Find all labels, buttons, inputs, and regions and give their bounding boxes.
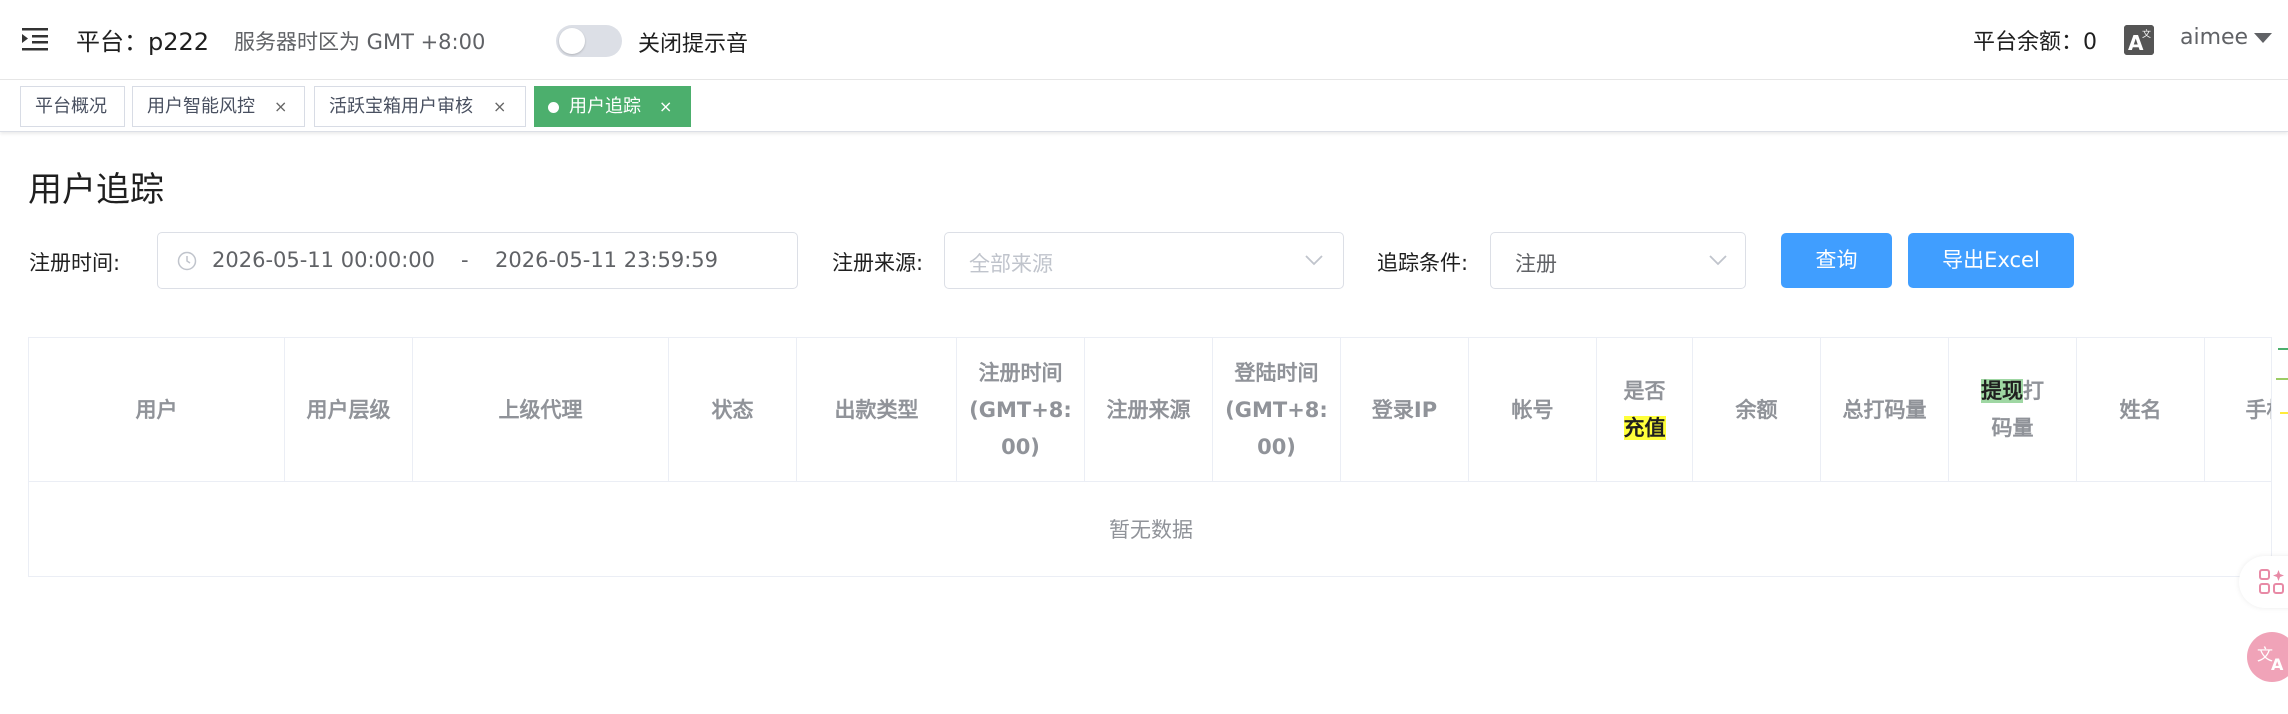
edge-marker [2278, 348, 2288, 350]
edge-marker [2276, 378, 2288, 380]
highlight-recharge: 充值 [1623, 416, 1666, 440]
tag-user-tracking[interactable]: 用户追踪 × [534, 86, 691, 127]
active-dot-icon [548, 102, 559, 113]
edge-marker [2280, 412, 2288, 414]
column-header-user[interactable]: 用户 [29, 338, 285, 482]
close-icon[interactable]: × [659, 87, 672, 126]
reg-time-label: 注册时间: [29, 251, 121, 275]
condition-value: 注册 [1515, 252, 1557, 276]
top-header: 平台：p222 服务器时区为 GMT +8:00 关闭提示音 平台余额：0 A … [0, 0, 2288, 80]
user-menu[interactable]: aimee [2180, 25, 2273, 50]
tags-bar: 平台概况 用户智能风控 × 活跃宝箱用户审核 × 用户追踪 × [0, 80, 2288, 132]
date-separator: - [461, 248, 469, 272]
tag-label: 平台概况 [35, 96, 107, 117]
tag-user-risk-control[interactable]: 用户智能风控 × [132, 86, 305, 127]
tag-label: 活跃宝箱用户审核 [329, 96, 473, 117]
translate-icon: 文 A [2257, 645, 2284, 672]
highlight-withdraw: 提现 [1981, 379, 2023, 403]
reg-time-range-picker[interactable]: 2026-05-11 00:00:00 - 2026-05-11 23:59:5… [157, 232, 798, 289]
column-header-balance[interactable]: 余额 [1693, 338, 1821, 482]
column-header-withdraw-type[interactable]: 出款类型 [797, 338, 957, 482]
condition-label: 追踪条件: [1377, 251, 1469, 275]
source-select[interactable]: 全部来源 [944, 232, 1344, 289]
username: aimee [2180, 25, 2249, 50]
export-excel-button[interactable]: 导出Excel [1908, 233, 2074, 288]
date-start: 2026-05-11 00:00:00 [212, 248, 436, 272]
query-button[interactable]: 查询 [1781, 233, 1892, 288]
sound-toggle-label: 关闭提示音 [638, 32, 749, 57]
source-placeholder: 全部来源 [969, 252, 1053, 276]
clock-icon [177, 251, 197, 271]
platform-name: 平台：p222 [76, 28, 210, 56]
column-header-account[interactable]: 帐号 [1469, 338, 1597, 482]
tag-label: 用户追踪 [569, 96, 641, 117]
condition-select[interactable]: 注册 [1490, 232, 1746, 289]
column-header-parent-agent[interactable]: 上级代理 [413, 338, 669, 482]
tag-chest-user-review[interactable]: 活跃宝箱用户审核 × [314, 86, 526, 127]
column-header-user-level[interactable]: 用户层级 [285, 338, 413, 482]
toggle-knob [559, 28, 585, 54]
page-title: 用户追踪 [28, 170, 164, 210]
close-icon[interactable]: × [493, 87, 506, 126]
column-header-login-time[interactable]: 登陆时间 (GMT+8: 00) [1213, 338, 1341, 482]
caret-down-icon [2254, 33, 2273, 43]
tag-platform-overview[interactable]: 平台概况 [20, 86, 125, 127]
svg-text:文: 文 [2142, 28, 2151, 40]
translate-icon[interactable]: A 文 [2124, 25, 2154, 55]
column-header-total-bet[interactable]: 总打码量 [1821, 338, 1949, 482]
translate-float-button[interactable]: 文 A [2247, 632, 2288, 682]
column-header-reg-time[interactable]: 注册时间 (GMT+8: 00) [957, 338, 1085, 482]
apps-grid-icon [2259, 569, 2284, 594]
table-header: 用户 用户层级 上级代理 状态 出款类型 注册时间 (GMT+8: 00) 注册… [29, 338, 2272, 482]
close-icon[interactable]: × [274, 87, 287, 126]
column-header-withdraw-bet[interactable]: 提现打 码量 [1949, 338, 2077, 482]
sound-toggle[interactable] [556, 25, 622, 57]
platform-balance: 平台余额：0 [1973, 30, 2097, 55]
column-header-phone[interactable]: 手机 [2205, 338, 2272, 482]
server-timezone: 服务器时区为 GMT +8:00 [234, 30, 486, 54]
column-header-status[interactable]: 状态 [669, 338, 797, 482]
tag-label: 用户智能风控 [147, 96, 255, 117]
column-header-reg-source[interactable]: 注册来源 [1085, 338, 1213, 482]
column-header-recharged[interactable]: 是否 充值 [1597, 338, 1693, 482]
apps-grid-button[interactable] [2239, 556, 2288, 608]
svg-text:A: A [2271, 655, 2284, 672]
chevron-down-icon [1305, 255, 1323, 266]
date-end: 2026-05-11 23:59:59 [495, 248, 719, 272]
menu-toggle-icon[interactable] [22, 26, 50, 52]
column-header-login-ip[interactable]: 登录IP [1341, 338, 1469, 482]
column-header-name[interactable]: 姓名 [2077, 338, 2205, 482]
source-label: 注册来源: [832, 251, 924, 275]
user-tracking-table: 用户 用户层级 上级代理 状态 出款类型 注册时间 (GMT+8: 00) 注册… [28, 337, 2272, 577]
chevron-down-icon [1709, 255, 1727, 266]
empty-state: 暂无数据 [1109, 518, 1193, 542]
